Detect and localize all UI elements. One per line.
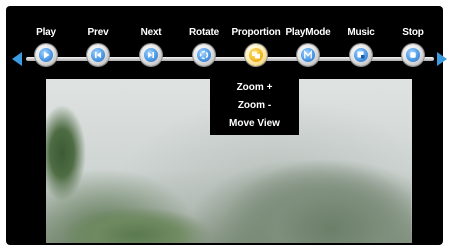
toolbar: Play Prev Next Rotate Proportion PlayMod… — [0, 0, 449, 75]
scroll-right-arrow-icon[interactable] — [437, 52, 447, 66]
playmode-knob — [297, 44, 319, 66]
prev-label: Prev — [87, 27, 109, 38]
proportion-knob — [245, 44, 267, 66]
zoom-in-menu-item[interactable]: Zoom + — [210, 79, 299, 97]
playmode-button[interactable]: PlayMode — [279, 26, 337, 66]
prev-icon — [91, 48, 105, 62]
stop-button[interactable]: Stop — [384, 26, 442, 66]
play-icon — [39, 48, 53, 62]
next-icon — [144, 48, 158, 62]
stop-icon — [406, 48, 420, 62]
stop-knob — [402, 44, 424, 66]
rotate-icon — [197, 48, 211, 62]
play-label: Play — [36, 27, 56, 38]
photo-ridge — [221, 159, 411, 243]
proportion-icon — [249, 48, 263, 62]
playmode-label: PlayMode — [285, 27, 331, 38]
music-knob — [350, 44, 372, 66]
music-button[interactable]: Music — [332, 26, 390, 66]
next-knob — [140, 44, 162, 66]
rotate-button[interactable]: Rotate — [175, 26, 233, 66]
stop-label: Stop — [402, 27, 424, 38]
photo-shrubs — [66, 201, 216, 243]
music-icon — [354, 48, 368, 62]
rotate-label: Rotate — [189, 27, 219, 38]
photo-tree — [46, 103, 92, 215]
play-knob — [35, 44, 57, 66]
move-view-menu-item[interactable]: Move View — [210, 115, 299, 133]
zoom-out-menu-item[interactable]: Zoom - — [210, 97, 299, 115]
next-label: Next — [140, 27, 162, 38]
rotate-knob — [193, 44, 215, 66]
next-button[interactable]: Next — [122, 26, 180, 66]
play-button[interactable]: Play — [17, 26, 75, 66]
prev-button[interactable]: Prev — [69, 26, 127, 66]
proportion-label: Proportion — [231, 27, 281, 38]
playmode-icon — [301, 48, 315, 62]
proportion-menu: Zoom + Zoom - Move View — [210, 79, 299, 135]
prev-knob — [87, 44, 109, 66]
proportion-button[interactable]: Proportion — [227, 26, 285, 66]
music-label: Music — [347, 27, 375, 38]
